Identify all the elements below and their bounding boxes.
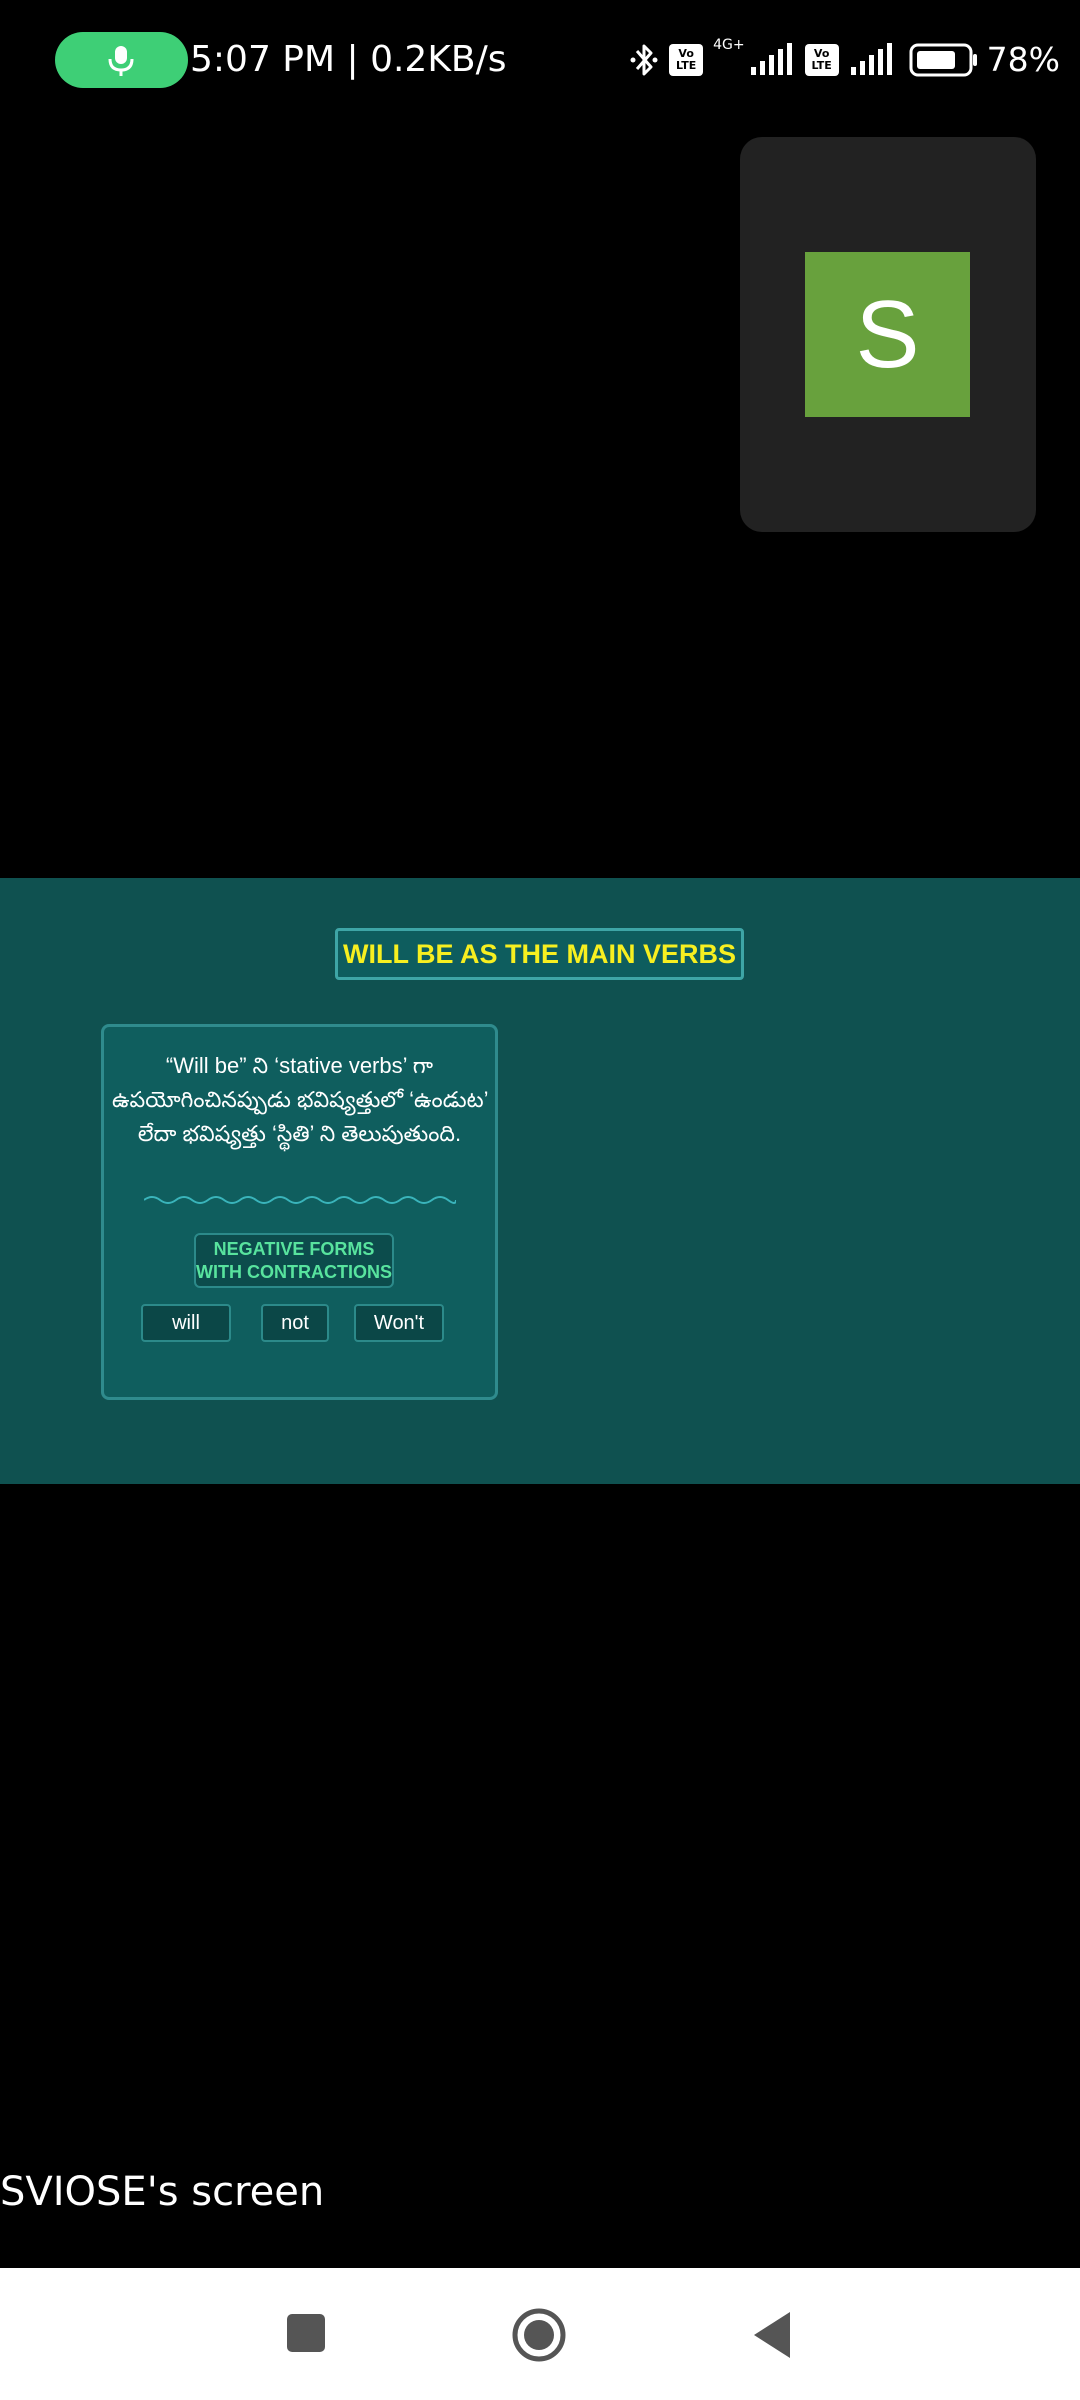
signal-strength-icon [750,43,792,75]
mic-active-indicator[interactable] [55,32,188,88]
card-line: ఉపయోగించినప్పుడు భవిష్యత్తులో ‘ఉండుట’ [112,1087,489,1112]
negative-forms-line2: WITH CONTRACTIONS [196,1262,392,1282]
volte-icon-2: Vo LTE [804,44,839,76]
back-icon[interactable] [750,2308,794,2362]
navigation-bar [0,2268,1080,2400]
status-icons: Vo LTE 4G+ Vo LTE 78% [619,34,1060,86]
participant-tile[interactable]: S [740,137,1036,532]
info-card: “Will be” ని ‘stative verbs’ గా ఉపయోగించ… [101,1024,498,1400]
volte-icon: Vo LTE [669,44,704,76]
card-text: “Will be” ని ‘stative verbs’ గా ఉపయోగించ… [112,1049,489,1151]
recents-icon[interactable] [285,2308,327,2358]
negative-forms-line1: NEGATIVE FORMS [213,1239,375,1259]
signal-strength-icon-2 [850,43,892,75]
screen-owner-label: SVIOSE's screen [0,2169,325,2215]
home-icon[interactable] [510,2308,568,2366]
wave-divider [144,1196,456,1204]
microphone-icon [108,46,134,76]
battery-icon [909,43,977,77]
status-time-speed: 5:07 PM | 0.2KB/s [190,39,507,80]
slide-title: WILL BE AS THE MAIN VERBS [335,928,744,980]
card-line: “Will be” ని ‘stative verbs’ గా [165,1053,434,1078]
battery-percentage: 78% [986,40,1060,79]
bluetooth-icon [630,44,658,76]
shared-screen[interactable]: WILL BE AS THE MAIN VERBS “Will be” ని ‘… [0,878,1080,1484]
network-type-label: 4G+ [713,37,745,53]
word-box-will: will [141,1304,231,1342]
negative-forms-label: NEGATIVE FORMS WITH CONTRACTIONS [194,1233,394,1288]
avatar: S [805,252,970,417]
word-box-not: not [261,1304,329,1342]
status-bar: 5:07 PM | 0.2KB/s Vo LTE 4G+ Vo LTE 78% [0,0,1080,120]
word-box-wont: Won't [354,1304,444,1342]
card-line: లేదా భవిష్యత్తు ‘స్థితి’ ని తెలుపుతుంది. [137,1121,462,1146]
